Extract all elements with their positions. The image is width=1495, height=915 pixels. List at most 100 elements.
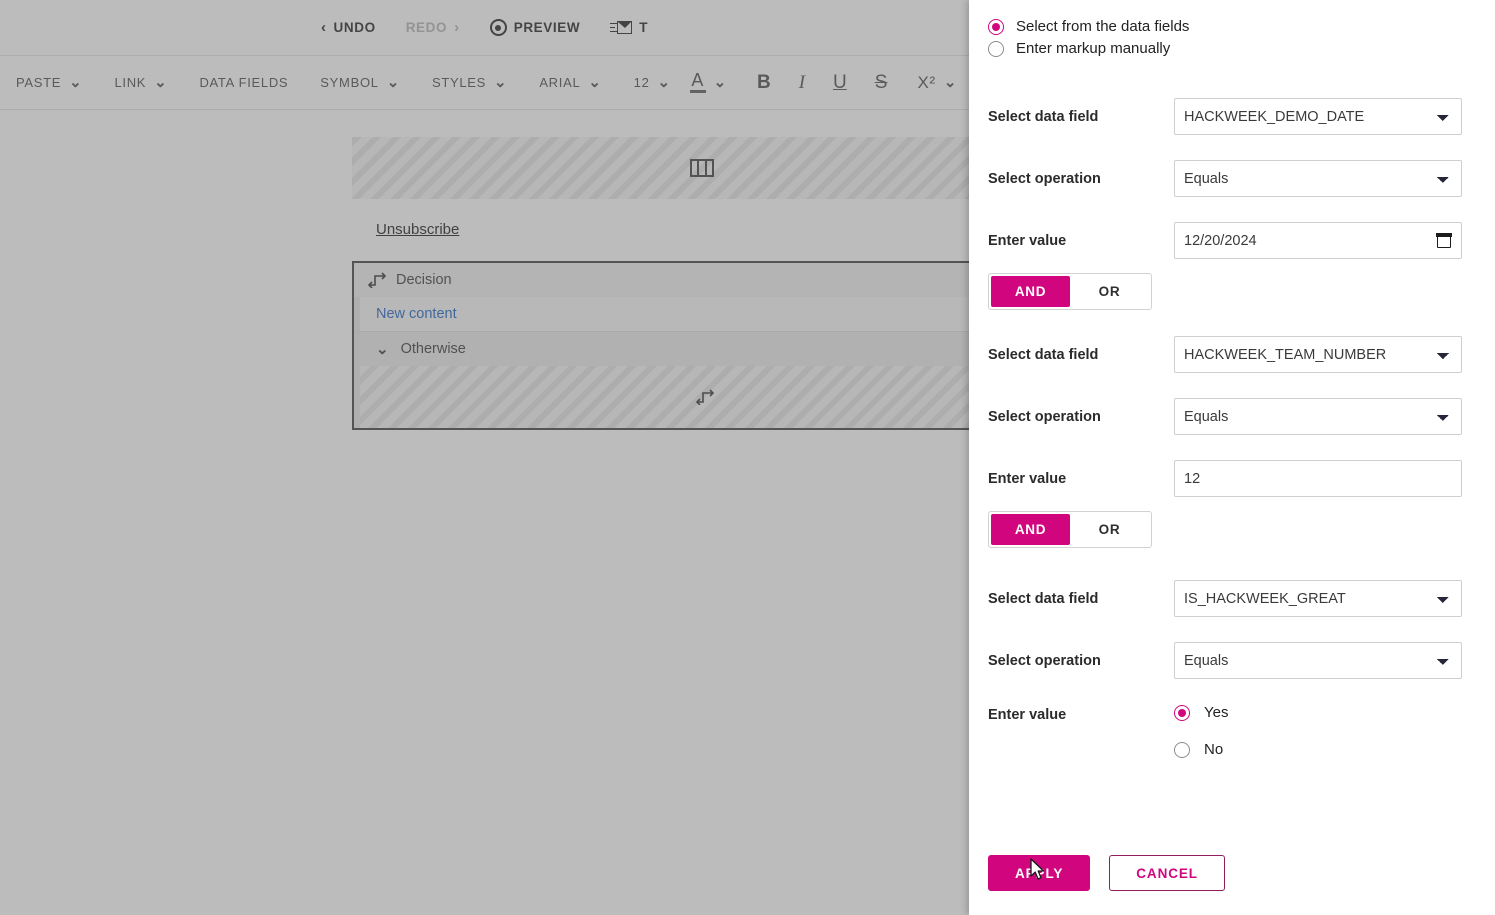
symbol-menu[interactable]: SYMBOL ⌄ [304, 56, 416, 109]
underline-button[interactable]: U [819, 56, 861, 109]
redo-label: REDO [405, 20, 448, 35]
label-value: Enter value [988, 707, 1067, 723]
otherwise-label: Otherwise [400, 341, 466, 357]
cancel-button[interactable]: CANCEL [1109, 855, 1225, 891]
preview-button[interactable]: PREVIEW [489, 19, 581, 36]
symbol-label: SYMBOL [320, 75, 379, 90]
label-yes: Yes [1204, 704, 1229, 721]
condition-1-data-field-select[interactable]: HACKWEEK_DEMO_DATE [1174, 98, 1462, 135]
radio-select-fields[interactable] [988, 18, 1004, 35]
superscript-label: X² [917, 72, 936, 92]
label-value: Enter value [988, 470, 1067, 487]
decision-title: Decision [396, 272, 452, 288]
columns-icon [690, 159, 714, 177]
condition-2-operation-row: Select operation Equals [988, 398, 1462, 435]
radio-no[interactable] [1174, 741, 1190, 758]
label-no: No [1204, 741, 1224, 758]
radio-yes[interactable] [1174, 704, 1190, 721]
condition-3-option-no[interactable]: No [1174, 741, 1228, 758]
chevron-down-icon: ⌄ [69, 74, 83, 91]
condition-2-value-input[interactable] [1174, 460, 1462, 497]
label-operation: Select operation [988, 652, 1101, 669]
italic-button[interactable]: I [785, 56, 819, 109]
chevron-down-icon: ⌄ [588, 74, 602, 91]
text-color-picker[interactable]: A ⌄ [674, 56, 743, 109]
email-stage: Unsubscribe Decision New content ⌄ Other… [352, 137, 969, 430]
font-family-value: ARIAL [539, 75, 581, 90]
condition-3-data-field-select[interactable]: IS_HACKWEEK_GREAT [1174, 580, 1462, 617]
condition-1-value-row: Enter value [988, 222, 1462, 259]
condition-2-data-field-select[interactable]: HACKWEEK_TEAM_NUMBER [1174, 336, 1462, 373]
paste-menu[interactable]: PASTE ⌄ [0, 56, 98, 109]
unsubscribe-link[interactable]: Unsubscribe [376, 221, 459, 238]
decision-header[interactable]: Decision [354, 263, 969, 297]
editor-formatbar: PASTE ⌄ LINK ⌄ DATA FIELDS SYMBOL ⌄ STYL… [0, 56, 969, 110]
condition-2-or-button[interactable]: OR [1070, 514, 1149, 545]
mode-label-enter-markup: Enter markup manually [1016, 40, 1171, 57]
undo-label: UNDO [333, 20, 376, 35]
conditional-content-panel: Select from the data fields Enter markup… [969, 0, 1495, 915]
label-data-field: Select data field [988, 590, 1099, 607]
condition-2-and-button[interactable]: AND [991, 514, 1070, 545]
redo-button[interactable]: REDO › [406, 20, 460, 35]
test-send-button[interactable]: T [610, 20, 648, 35]
condition-3-operation-row: Select operation Equals [988, 642, 1462, 679]
label-value: Enter value [988, 232, 1067, 249]
apply-button[interactable]: APPLY [988, 855, 1091, 891]
mail-icon [610, 20, 633, 35]
undo-button[interactable]: ‹ UNDO [321, 20, 376, 35]
link-menu[interactable]: LINK ⌄ [98, 56, 183, 109]
mode-label-select-fields: Select from the data fields [1016, 18, 1190, 35]
font-size-value: 12 [633, 75, 650, 90]
app-root: ‹ UNDO REDO › PREVIEW T PASTE ⌄ LINK ⌄ D… [0, 0, 1495, 915]
data-fields-label: DATA FIELDS [199, 75, 289, 90]
font-family-select[interactable]: ARIAL ⌄ [523, 56, 617, 109]
decision-drop-zone[interactable] [354, 366, 969, 428]
paste-label: PASTE [16, 75, 62, 90]
chevron-down-icon: ⌄ [943, 74, 958, 91]
decision-branch-otherwise[interactable]: ⌄ Otherwise [354, 331, 969, 366]
superscript-button[interactable]: X² ⌄ [901, 56, 969, 109]
decision-branch-icon [368, 272, 386, 288]
panel-body: Select from the data fields Enter markup… [969, 0, 1495, 855]
condition-2-connector-toggle[interactable]: AND OR [988, 511, 1152, 548]
data-fields-menu[interactable]: DATA FIELDS [183, 56, 304, 109]
condition-1-and-button[interactable]: AND [991, 276, 1070, 307]
email-canvas: Unsubscribe Decision New content ⌄ Other… [0, 110, 969, 914]
decision-block[interactable]: Decision New content ⌄ Otherwise [352, 261, 969, 430]
font-size-select[interactable]: 12 ⌄ [618, 56, 674, 109]
condition-1-connector-toggle[interactable]: AND OR [988, 273, 1152, 310]
decision-branch-icon [696, 389, 714, 405]
condition-3-boolean-group: Yes No [1174, 704, 1228, 758]
condition-1-operation-row: Select operation Equals [988, 160, 1462, 197]
chevron-right-icon: › [454, 19, 460, 36]
chevron-down-icon: ⌄ [713, 74, 727, 91]
condition-3-operation-select[interactable]: Equals [1174, 642, 1462, 679]
condition-2-operation-select[interactable]: Equals [1174, 398, 1462, 435]
radio-enter-markup[interactable] [988, 40, 1004, 57]
condition-2-data-field-row: Select data field HACKWEEK_TEAM_NUMBER [988, 336, 1462, 373]
chevron-down-icon: ⌄ [154, 74, 168, 91]
styles-label: STYLES [431, 75, 487, 90]
label-operation: Select operation [988, 408, 1101, 425]
eye-icon [489, 19, 507, 36]
condition-1-or-button[interactable]: OR [1070, 276, 1149, 307]
condition-3-data-field-row: Select data field IS_HACKWEEK_GREAT [988, 580, 1462, 617]
link-label: LINK [114, 75, 147, 90]
drop-zone-columns[interactable] [352, 137, 969, 199]
condition-1-operation-select[interactable]: Equals [1174, 160, 1462, 197]
styles-menu[interactable]: STYLES ⌄ [416, 56, 523, 109]
condition-3-option-yes[interactable]: Yes [1174, 704, 1228, 721]
mode-option-select-fields[interactable]: Select from the data fields [988, 18, 1462, 35]
chevron-down-icon: ⌄ [386, 74, 400, 91]
condition-3-value-row: Enter value Yes No [988, 704, 1462, 758]
preview-label: PREVIEW [513, 20, 581, 35]
decision-branch-new-content[interactable]: New content [354, 297, 969, 331]
strikethrough-button[interactable]: S [861, 56, 902, 109]
mode-option-enter-markup[interactable]: Enter markup manually [988, 40, 1462, 57]
email-editor: ‹ UNDO REDO › PREVIEW T PASTE ⌄ LINK ⌄ D… [0, 0, 969, 915]
panel-footer: APPLY CANCEL [969, 855, 1495, 915]
test-label: T [639, 20, 649, 35]
bold-button[interactable]: B [743, 56, 785, 109]
condition-1-value-date-input[interactable] [1174, 222, 1462, 259]
